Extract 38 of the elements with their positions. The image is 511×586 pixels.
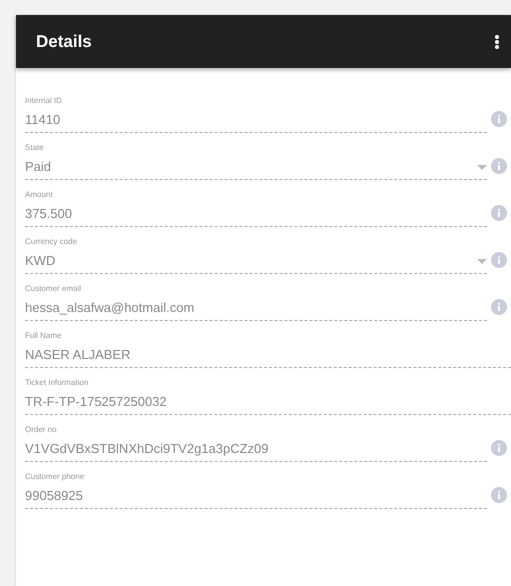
form-field[interactable]: Full Name NASER ALJABER xyxy=(25,330,511,368)
field-label: Amount xyxy=(25,189,54,201)
form-field[interactable]: Currency code KWD xyxy=(25,236,487,274)
field-value: 11410 xyxy=(25,111,60,129)
form-field[interactable]: Customer phone 99058925 xyxy=(25,471,487,509)
dropdown-caret-icon xyxy=(477,164,487,170)
field-value: 99058925 xyxy=(25,487,83,505)
field-value: hessa_alsafwa@hotmail.com xyxy=(25,299,194,317)
info-icon[interactable] xyxy=(491,440,507,456)
info-icon[interactable] xyxy=(491,158,507,174)
more-menu-icon[interactable] xyxy=(493,34,501,50)
field-value: 375.500 xyxy=(25,205,72,223)
form-field[interactable]: Internal ID 11410 xyxy=(25,95,487,133)
field-label: Currency code xyxy=(25,236,78,248)
field-value: NASER ALJABER xyxy=(25,346,130,364)
dropdown-caret-icon xyxy=(477,258,487,264)
field-label: State xyxy=(25,142,45,154)
field-label: Full Name xyxy=(25,330,62,342)
field-label: Order no xyxy=(25,424,58,436)
form-field[interactable]: Order no V1VGdVBxSTBlNXhDci9TV2g1a3pCZz09 xyxy=(25,424,487,462)
info-icon[interactable] xyxy=(491,487,507,503)
field-label: Customer email xyxy=(25,283,82,295)
info-icon[interactable] xyxy=(491,299,507,315)
field-value: TR-F-TP-175257250032 xyxy=(25,393,167,411)
field-value: V1VGdVBxSTBlNXhDci9TV2g1a3pCZz09 xyxy=(25,440,269,458)
field-value: KWD xyxy=(25,252,56,270)
form-field[interactable]: Customer email hessa_alsafwa@hotmail.com xyxy=(25,283,487,321)
field-value: Paid xyxy=(25,158,52,176)
form-field[interactable]: Amount 375.500 xyxy=(25,189,487,227)
form-field[interactable]: State Paid xyxy=(25,142,487,180)
field-label: Internal ID xyxy=(25,95,63,107)
field-label: Customer phone xyxy=(25,471,86,483)
info-icon[interactable] xyxy=(491,252,507,268)
field-label: Ticket Information xyxy=(25,377,90,389)
info-icon[interactable] xyxy=(491,111,507,127)
header-title: Details xyxy=(36,30,92,53)
info-icon[interactable] xyxy=(491,205,507,221)
form-field[interactable]: Ticket Information TR-F-TP-175257250032 xyxy=(25,377,511,415)
